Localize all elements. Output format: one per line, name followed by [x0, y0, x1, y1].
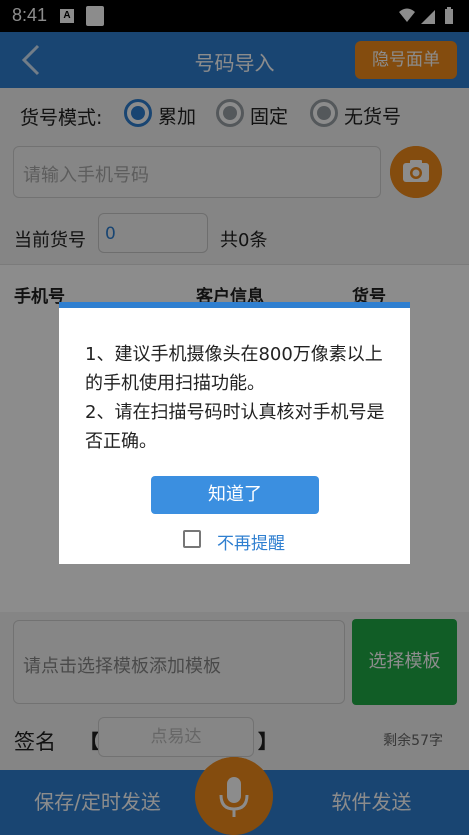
- dont-remind-label[interactable]: 不再提醒: [217, 529, 285, 554]
- camera-tips-dialog: 1、建议手机摄像头在800万像素以上的手机使用扫描功能。 2、请在扫描号码时认真…: [59, 302, 410, 564]
- dont-remind-checkbox[interactable]: [183, 530, 201, 548]
- got-it-button[interactable]: 知道了: [151, 476, 319, 514]
- dialog-message: 1、建议手机摄像头在800万像素以上的手机使用扫描功能。 2、请在扫描号码时认真…: [85, 340, 391, 456]
- dialog-line-2: 2、请在扫描号码时认真核对手机号是否正确。: [85, 402, 385, 452]
- dialog-line-1: 1、建议手机摄像头在800万像素以上的手机使用扫描功能。: [85, 344, 383, 394]
